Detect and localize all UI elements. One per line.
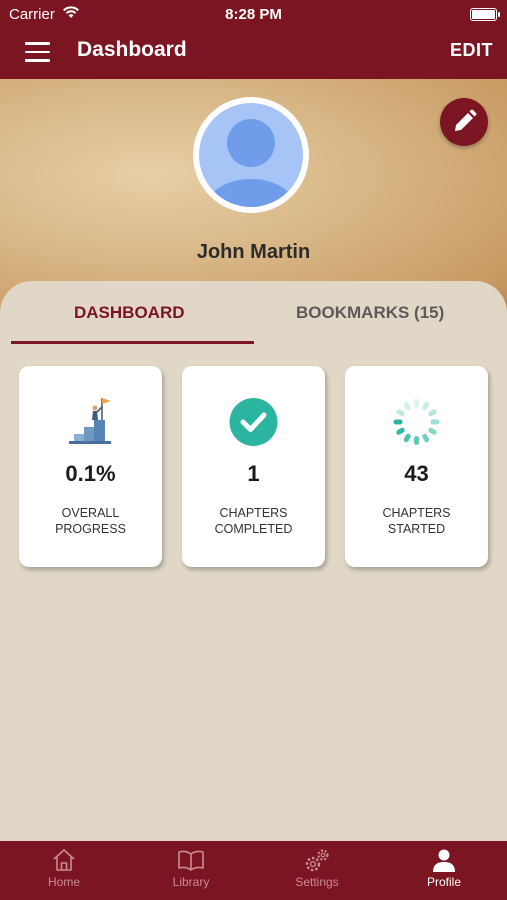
active-tab-indicator: [11, 341, 254, 344]
stat-value: 1: [247, 461, 260, 486]
pencil-icon: [455, 109, 477, 131]
stat-value: 0.1%: [65, 461, 116, 486]
status-bar: Carrier 8:28 PM: [0, 4, 507, 26]
nav-label: Profile: [426, 875, 461, 889]
nav-home[interactable]: Home: [24, 841, 104, 900]
stat-label: OVERALL PROGRESS: [55, 506, 126, 536]
nav-label: Home: [47, 875, 80, 889]
tab-dashboard[interactable]: DASHBOARD: [74, 303, 185, 323]
stat-label: CHAPTERS COMPLETED: [214, 506, 293, 536]
stat-card-chapters-started: 43 CHAPTERS STARTED: [345, 366, 488, 567]
person-icon: [433, 849, 455, 872]
battery-icon: [470, 8, 500, 21]
stat-card-overall-progress: 0.1% OVERALL PROGRESS: [19, 366, 162, 567]
avatar: [193, 97, 309, 213]
menu-icon[interactable]: [25, 42, 50, 62]
stat-label: CHAPTERS STARTED: [382, 506, 451, 536]
spinner-icon: [393, 399, 440, 445]
bottom-nav: Home Library Settings Profile: [0, 841, 507, 900]
stat-value: 43: [404, 461, 429, 486]
nav-settings[interactable]: Settings: [277, 841, 357, 900]
progress-climb-icon: [69, 398, 111, 444]
check-circle-icon: [229, 398, 278, 446]
book-icon: [178, 850, 204, 871]
profile-name: John Martin: [196, 241, 311, 263]
nav-library[interactable]: Library: [151, 841, 231, 900]
nav-label: Settings: [295, 875, 339, 889]
edit-profile-button[interactable]: [440, 98, 488, 146]
home-icon: [53, 849, 75, 871]
gears-icon: [305, 849, 329, 872]
content-panel: DASHBOARD BOOKMARKS (15) 0.1% OVERALL PRO…: [0, 281, 507, 841]
edit-button[interactable]: EDIT: [450, 40, 493, 61]
stat-card-chapters-completed: 1 CHAPTERS COMPLETED: [182, 366, 325, 567]
avatar-placeholder-icon: [207, 119, 295, 207]
nav-label: Library: [172, 875, 210, 889]
top-bar: Carrier 8:28 PM Dashboard EDIT: [0, 0, 507, 79]
status-time: 8:28 PM: [225, 6, 282, 23]
page-title: Dashboard: [77, 38, 187, 61]
nav-profile[interactable]: Profile: [404, 841, 484, 900]
tab-bookmarks[interactable]: BOOKMARKS (15): [296, 303, 444, 323]
